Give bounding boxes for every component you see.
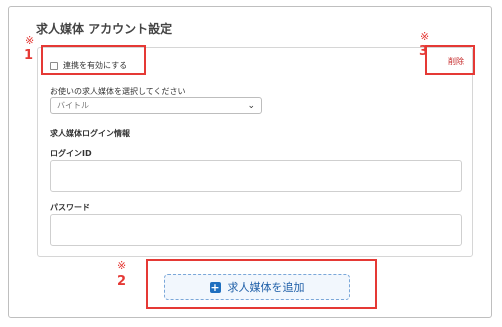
annotation-number-2: 2 xyxy=(117,274,127,289)
annotation-box-1 xyxy=(41,45,146,75)
annotation-box-3 xyxy=(425,45,475,75)
media-select-value: バイトル xyxy=(57,101,89,110)
annotation-box-2 xyxy=(146,259,377,309)
password-label: パスワード xyxy=(50,203,90,212)
annotation-mark-2: ※ xyxy=(117,259,127,272)
login-id-input[interactable] xyxy=(50,160,462,192)
section-title: 求人媒体 アカウント設定 xyxy=(36,22,173,36)
login-id-label: ログインID xyxy=(50,149,92,158)
chevron-down-icon: ⌄ xyxy=(247,100,255,111)
annotation-number-3: 3 xyxy=(419,44,429,59)
login-info-label: 求人媒体ログイン情報 xyxy=(50,129,130,138)
media-select[interactable]: バイトル ⌄ xyxy=(50,97,262,114)
annotation-mark-1: ※ xyxy=(25,34,35,47)
media-select-label: お使いの求人媒体を選択してください xyxy=(50,87,186,96)
password-input[interactable] xyxy=(50,214,462,246)
annotation-number-1: 1 xyxy=(24,48,34,63)
annotation-mark-3: ※ xyxy=(420,30,430,43)
